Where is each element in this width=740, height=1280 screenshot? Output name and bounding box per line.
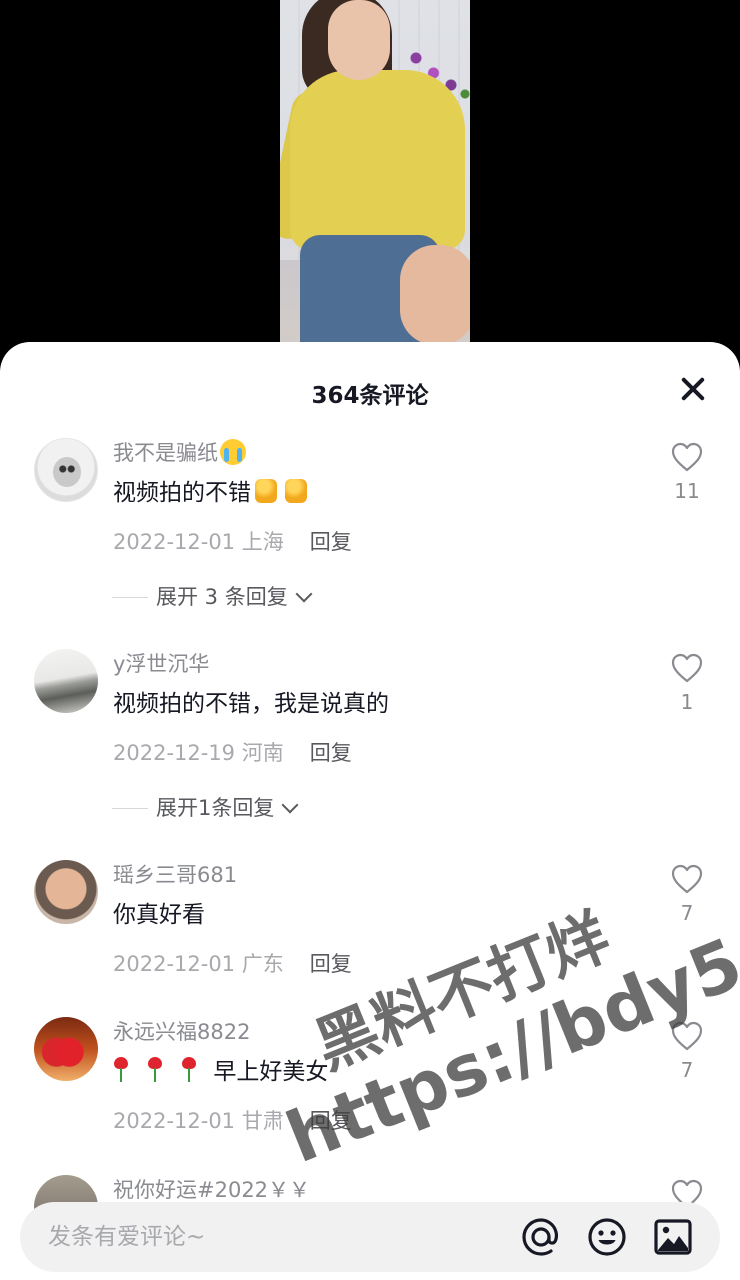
heart-icon bbox=[671, 653, 703, 683]
thumbs-up-emoji-icon bbox=[285, 479, 307, 503]
rose-emoji-icon bbox=[181, 1057, 197, 1083]
avatar[interactable] bbox=[34, 1017, 98, 1081]
avatar[interactable] bbox=[34, 860, 98, 924]
comment-date: 2022-12-01 bbox=[113, 530, 236, 554]
comment-username[interactable]: 永远兴福8822 bbox=[113, 1017, 650, 1047]
comment-text: 早上好美女 bbox=[213, 1059, 329, 1085]
thumbs-up-emoji-icon bbox=[255, 479, 277, 503]
comment-meta: 2022-12-01 甘肃 回复 bbox=[113, 1106, 650, 1136]
comment-item: y浮世沉华 视频拍的不错，我是说真的 2022-12-19 河南 回复 展开1条回… bbox=[0, 649, 740, 860]
emoji-icon[interactable] bbox=[586, 1216, 628, 1258]
avatar[interactable] bbox=[34, 438, 98, 502]
like-count: 7 bbox=[680, 901, 694, 925]
heart-icon bbox=[671, 864, 703, 894]
reply-button[interactable]: 回复 bbox=[310, 530, 352, 554]
comment-meta: 2022-12-19 河南 回复 bbox=[113, 738, 650, 768]
like-button[interactable]: 1 bbox=[670, 653, 704, 715]
like-button[interactable]: 7 bbox=[670, 1021, 704, 1083]
chevron-down-icon bbox=[295, 585, 313, 603]
like-button[interactable]: 7 bbox=[670, 864, 704, 926]
sheet-header: 364条评论 bbox=[0, 342, 740, 438]
video-frame bbox=[280, 0, 470, 345]
image-icon[interactable] bbox=[652, 1216, 694, 1258]
crying-emoji-icon bbox=[220, 439, 246, 465]
at-icon[interactable] bbox=[520, 1216, 562, 1258]
like-button[interactable]: 11 bbox=[670, 442, 704, 504]
comment-date: 2022-12-01 bbox=[113, 1109, 236, 1133]
chevron-down-icon bbox=[281, 796, 299, 814]
comment-text: 视频拍的不错 bbox=[113, 480, 251, 506]
comment-input-placeholder[interactable]: 发条有爱评论~ bbox=[48, 1202, 205, 1272]
expand-replies-button[interactable]: 展开 3 条回复 bbox=[112, 582, 650, 612]
rose-emoji-icon bbox=[147, 1057, 163, 1083]
comment-item: 我不是骗纸 视频拍的不错 2022-12-01 上海 回复 展开 3 条回复 11 bbox=[0, 438, 740, 649]
divider-line bbox=[112, 807, 148, 809]
heart-icon bbox=[671, 1021, 703, 1051]
comment-location: 广东 bbox=[241, 952, 284, 976]
comment-item: 永远兴福8822 早上好美女 2022-12-01 甘肃 回复 7 bbox=[0, 1017, 740, 1175]
like-count: 1 bbox=[680, 690, 694, 714]
close-icon[interactable] bbox=[680, 376, 706, 402]
comment-text-row: 视频拍的不错 bbox=[113, 476, 650, 510]
comment-text-row: 早上好美女 bbox=[113, 1055, 650, 1089]
comment-sheet: 364条评论 我不是骗纸 视频拍的不错 2022-12-01 上海 回复 展开 3… bbox=[0, 342, 740, 1280]
comment-count-title: 364条评论 bbox=[311, 383, 429, 409]
comment-location: 上海 bbox=[241, 530, 284, 554]
rose-emoji-icon bbox=[113, 1057, 129, 1083]
reply-button[interactable]: 回复 bbox=[310, 952, 352, 976]
like-count: 11 bbox=[674, 479, 700, 503]
heart-icon bbox=[671, 442, 703, 472]
divider-line bbox=[112, 596, 148, 598]
expand-replies-label: 展开1条回复 bbox=[156, 796, 275, 820]
comment-meta: 2022-12-01 上海 回复 bbox=[113, 527, 650, 557]
comment-list[interactable]: 我不是骗纸 视频拍的不错 2022-12-01 上海 回复 展开 3 条回复 11… bbox=[0, 438, 740, 1239]
expand-replies-label: 展开 3 条回复 bbox=[156, 585, 288, 609]
like-count: 7 bbox=[680, 1058, 694, 1082]
comment-username-row[interactable]: 我不是骗纸 bbox=[113, 438, 650, 468]
avatar[interactable] bbox=[34, 649, 98, 713]
comment-username[interactable]: y浮世沉华 bbox=[113, 649, 650, 679]
comment-date: 2022-12-19 bbox=[113, 741, 236, 765]
comment-username[interactable]: 瑶乡三哥681 bbox=[113, 860, 650, 890]
reply-button[interactable]: 回复 bbox=[310, 1109, 352, 1133]
comment-meta: 2022-12-01 广东 回复 bbox=[113, 949, 650, 979]
comment-username[interactable]: 我不是骗纸 bbox=[113, 441, 218, 465]
comment-date: 2022-12-01 bbox=[113, 952, 236, 976]
video-player[interactable] bbox=[0, 0, 740, 345]
comment-location: 河南 bbox=[241, 741, 284, 765]
expand-replies-button[interactable]: 展开1条回复 bbox=[112, 793, 650, 823]
reply-button[interactable]: 回复 bbox=[310, 741, 352, 765]
comment-text: 视频拍的不错，我是说真的 bbox=[113, 691, 389, 717]
comment-item: 瑶乡三哥681 你真好看 2022-12-01 广东 回复 7 bbox=[0, 860, 740, 1017]
comment-input-bar[interactable]: 发条有爱评论~ bbox=[20, 1202, 720, 1272]
comment-username[interactable]: 祝你好运#2022￥￥ bbox=[113, 1175, 650, 1205]
comment-text: 你真好看 bbox=[113, 902, 205, 928]
comment-location: 甘肃 bbox=[241, 1109, 284, 1133]
